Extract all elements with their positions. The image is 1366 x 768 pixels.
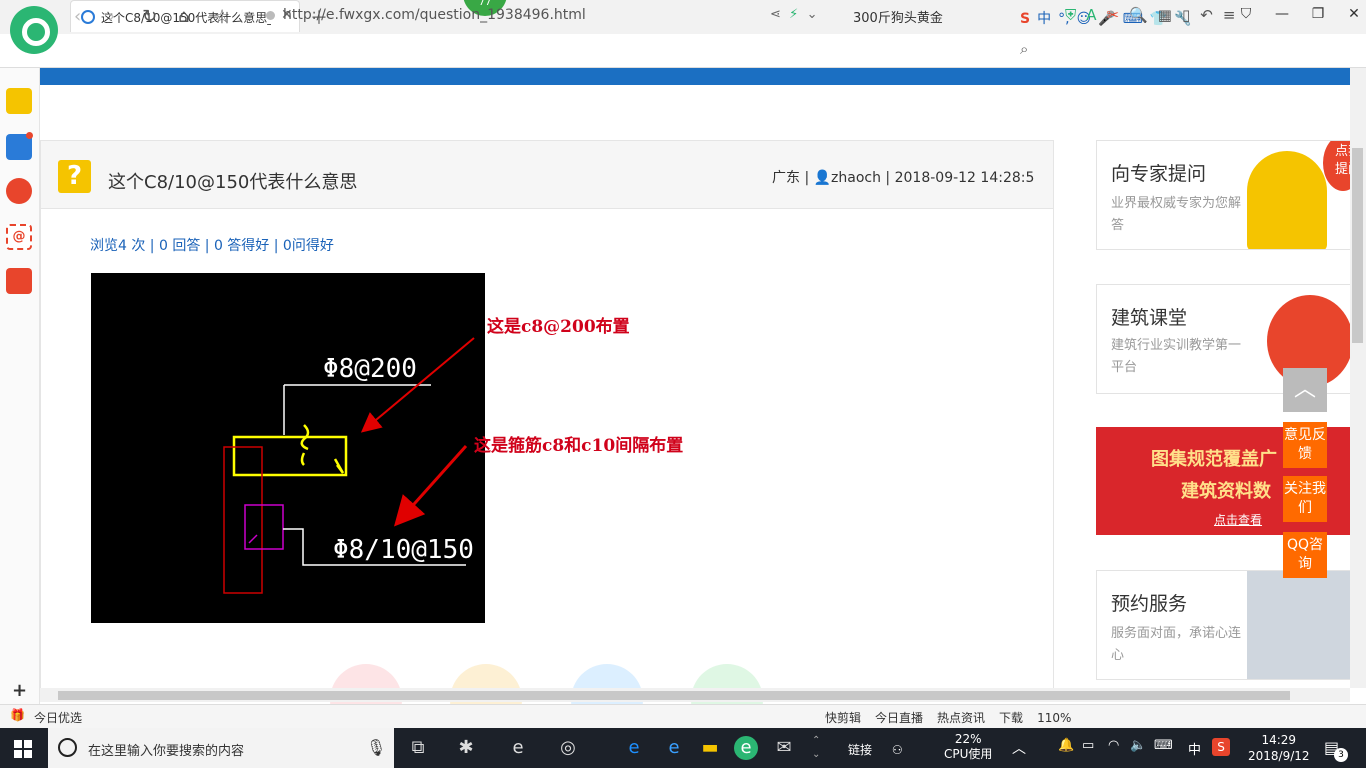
ie-icon[interactable]: e <box>662 736 686 760</box>
annotation-2: 这是箍筋c8和c10间隔布置 <box>474 436 684 456</box>
cortana-icon[interactable] <box>58 738 77 757</box>
link-label[interactable]: 链接 <box>848 743 872 757</box>
microphone-icon[interactable]: 🎙 <box>366 738 386 757</box>
menu-icon[interactable]: ≡ <box>1223 6 1236 24</box>
browser-logo-icon[interactable] <box>10 6 58 54</box>
notification-count: 3 <box>1334 748 1348 762</box>
status-bar: 🎁 今日优选 快剪辑 今日直播 热点资讯 下载 110% <box>0 704 1366 728</box>
shield-icon[interactable]: ⛨ <box>1065 6 1076 24</box>
expert-title: 向专家提问 <box>1111 163 1207 185</box>
add-sidebar-button[interactable]: + <box>12 680 27 701</box>
task-view-icon[interactable]: ⧉ <box>406 736 430 760</box>
course-desc: 建筑行业实训教学第一平台 <box>1111 338 1242 375</box>
magnifier-icon[interactable]: 🔍 <box>1129 6 1148 24</box>
sogou-tray-icon[interactable]: S <box>1212 738 1230 756</box>
clock-time: 14:29 <box>1261 733 1297 747</box>
clock[interactable]: 14:29 2018/9/12 <box>1248 732 1310 764</box>
browser-tools: ⛨ A ✂ 🔍 ▦ ▯ ↶ ≡ <box>1065 6 1245 24</box>
chevron-down-icon[interactable]: ⌄ <box>807 7 818 22</box>
apps-grid-icon[interactable]: ▦ <box>1158 6 1172 24</box>
horizontal-scroll-thumb[interactable] <box>58 691 1290 700</box>
bell-icon[interactable]: 🔔 <box>1058 738 1074 753</box>
service-title: 预约服务 <box>1111 593 1188 615</box>
keyboard-tray-icon[interactable]: ⌨ <box>1154 738 1173 753</box>
minimize-button[interactable]: — <box>1264 6 1300 22</box>
tray-expand-icon[interactable]: ︿ <box>1012 738 1026 758</box>
app-swirl-icon[interactable]: ◎ <box>556 736 580 760</box>
restore-button[interactable]: ❐ <box>1300 6 1336 22</box>
status-live[interactable]: 今日直播 <box>875 711 923 725</box>
undo-icon[interactable]: ↶ <box>1200 6 1213 24</box>
course-title: 建筑课堂 <box>1111 307 1188 329</box>
translate-icon[interactable]: A <box>1086 6 1096 24</box>
status-right: 快剪辑 今日直播 热点资讯 下载 110% <box>825 709 1085 726</box>
taskbar-search-text: 在这里输入你要搜索的内容 <box>88 744 245 759</box>
edge-icon[interactable]: e <box>622 736 646 760</box>
wifi-icon[interactable]: ◠ <box>1108 738 1119 753</box>
volume-icon[interactable]: 🔈 <box>1130 738 1146 753</box>
search-icon[interactable]: ⌕ <box>1020 40 1028 58</box>
status-zoom[interactable]: 110% <box>1037 711 1071 725</box>
scissors-icon[interactable]: ✂ <box>1107 6 1120 24</box>
expert-desc: 业界最权威专家为您解答 <box>1111 196 1242 233</box>
question-meta: 广东 | 👤zhaoch | 2018-09-12 14:28:5 <box>772 170 1035 186</box>
windows-start-icon[interactable] <box>14 740 32 758</box>
vertical-scroll-thumb[interactable] <box>1352 148 1363 343</box>
annotation-arrows <box>360 337 475 527</box>
promo-cta[interactable]: 点击查看 <box>1214 511 1262 528</box>
service-desc: 服务面对面，承诺心连心 <box>1111 626 1242 663</box>
cpu-monitor[interactable]: 22% CPU使用 <box>944 732 992 762</box>
promo-line1: 图集规范覆盖广 <box>1151 449 1277 470</box>
search-field[interactable]: 300斤狗头黄金 <box>853 7 1038 26</box>
taskbar-search[interactable]: 在这里输入你要搜索的内容 🎙 <box>48 728 394 768</box>
windows-taskbar: 在这里输入你要搜索的内容 🎙 ⧉ ✱ e ◎ e e ▬ e ✉ ⌃ ⌄ 链接 ⚇… <box>0 728 1366 768</box>
taskbar-scroll[interactable]: ⌃ ⌄ <box>812 734 820 762</box>
arrow-1 <box>360 337 475 433</box>
360-browser-icon[interactable]: e <box>734 736 758 760</box>
handshake-image <box>1247 571 1351 679</box>
ime-tray[interactable]: 中 <box>1188 739 1201 758</box>
system-tray: 链接 ⚇ <box>848 732 903 757</box>
today-picks[interactable]: 今日优选 <box>34 709 82 726</box>
status-download[interactable]: 下载 <box>999 711 1023 725</box>
app-pinwheel-icon[interactable]: ✱ <box>454 736 478 760</box>
close-button[interactable]: ✕ <box>1336 6 1366 22</box>
window-controls: ⛉ — ❐ ✕ <box>1228 6 1366 22</box>
feedback-button[interactable]: 意见反馈 <box>1283 422 1327 468</box>
back-to-top-button[interactable]: ︿ <box>1283 368 1327 412</box>
status-news[interactable]: 热点资讯 <box>937 711 985 725</box>
expert-card[interactable]: 向专家提问 业界最权威专家为您解答 点我提问 <box>1096 140 1352 250</box>
battery-icon[interactable]: ▭ <box>1082 738 1094 753</box>
service-card[interactable]: 预约服务 服务面对面，承诺心连心 <box>1096 570 1352 680</box>
qq-consult-button[interactable]: QQ咨询 <box>1283 532 1327 578</box>
browser-e-icon[interactable]: e <box>506 736 530 760</box>
arrow-2 <box>393 444 468 527</box>
cpu-label: CPU使用 <box>944 747 993 761</box>
status-kuaijianji[interactable]: 快剪辑 <box>825 711 861 725</box>
gift-icon[interactable]: 🎁 <box>10 708 25 722</box>
clock-date: 2018/9/12 <box>1248 749 1310 763</box>
people-icon[interactable]: ⚇ <box>892 743 903 757</box>
annotation-1: 这是c8@200布置 <box>487 317 630 337</box>
cpu-percent: 22% <box>954 732 982 746</box>
expert-mascot-icon <box>1247 151 1327 249</box>
mail-icon[interactable]: ✉ <box>772 736 796 760</box>
tablet-icon[interactable]: ▯ <box>1182 6 1190 24</box>
promo-line2: 建筑资料数 <box>1181 481 1271 502</box>
ime-lang[interactable]: 中 <box>1037 11 1051 27</box>
explorer-folder-icon[interactable]: ▬ <box>698 736 722 760</box>
follow-us-button[interactable]: 关注我们 <box>1283 476 1327 522</box>
ask-bubble[interactable]: 点我提问 <box>1323 141 1351 191</box>
